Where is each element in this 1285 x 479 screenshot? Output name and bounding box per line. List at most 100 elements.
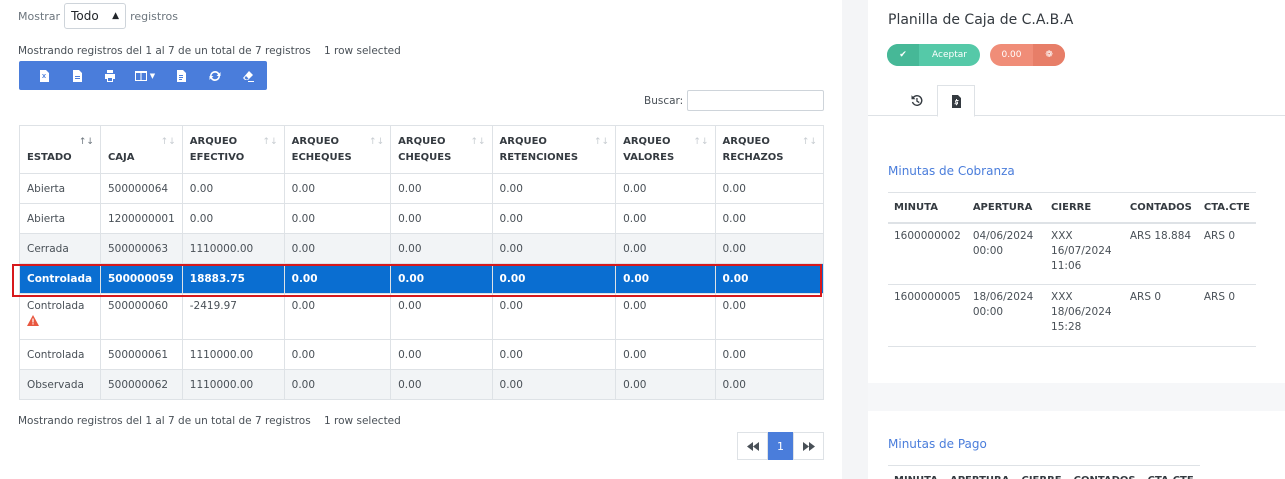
table-info-bottom: Mostrando registros del 1 al 7 de un tot… — [18, 415, 401, 427]
cell-value: 11:06 — [1051, 259, 1082, 272]
table-cell: 0.00 — [615, 339, 716, 370]
cell-value: 0.00 — [499, 348, 523, 361]
previous-page-button[interactable] — [737, 432, 768, 460]
cell-value: ARS 0 — [1129, 291, 1162, 303]
table-cell: 1600000005 — [888, 284, 967, 347]
table-cell: 04/06/2024 00:00 — [966, 222, 1046, 285]
table-info-top: Mostrando registros del 1 al 7 de un tot… — [18, 45, 401, 57]
table-cell: 0.00 — [491, 203, 617, 234]
table-cell: 0.00 — [615, 293, 716, 340]
page-1-button[interactable]: 1 — [768, 432, 793, 460]
table-cell: 500000060 — [99, 293, 183, 340]
table-cell: 1110000.00 — [181, 233, 285, 264]
cell-value: 0.00 — [398, 182, 422, 195]
table-cell: 0.00 — [283, 339, 392, 370]
column-header: MINUTA — [888, 192, 967, 224]
length-select[interactable]: Todo ▲︎ — [64, 3, 127, 29]
cell-value: 04/06/2024 — [972, 229, 1034, 242]
table-cell: 0.00 — [390, 369, 493, 400]
table-row[interactable]: Abierta 1200000001 0.00 0.00 0.00 0.00 0.00 0.0… — [19, 203, 824, 234]
cell-value: -2419.97 — [189, 300, 237, 312]
cell-value: 500000060 — [107, 300, 169, 312]
excel-button[interactable] — [28, 61, 60, 90]
gear-icon: ❁ — [1033, 44, 1065, 66]
pdf-button[interactable] — [164, 61, 198, 90]
csv-button[interactable] — [60, 61, 93, 90]
table-cell: 1600000002 — [888, 222, 967, 285]
tab-document[interactable] — [937, 85, 975, 117]
column-header[interactable]: ARQUEO VALORES ↑↓ — [615, 125, 716, 174]
tab-history[interactable] — [897, 85, 935, 116]
column-header: CTA.CTE — [1197, 192, 1256, 224]
cell-value: ARS 18.884 — [1129, 229, 1192, 242]
table-cell: 0.00 — [714, 173, 824, 204]
column-header: APERTURA — [966, 192, 1046, 224]
table-cell: ARS 0 — [1123, 284, 1198, 347]
cell-value: 0.00 — [623, 212, 647, 225]
columns-button[interactable]: ▼ — [126, 61, 164, 90]
cell-value: 0.00 — [499, 212, 523, 225]
table-cell: Controlada — [19, 263, 101, 294]
table-cell: 0.00 — [390, 339, 493, 370]
table-row[interactable]: Controlada 500000060 -2419.97 0.00 0.00 0.00 0… — [19, 293, 824, 340]
column-header[interactable]: ARQUEO ECHEQUES ↑↓ — [283, 125, 392, 174]
table-cell: 500000063 — [99, 233, 183, 264]
sort-icon: ↑↓ — [262, 137, 278, 147]
column-header[interactable]: ARQUEO CHEQUES ↑↓ — [390, 125, 493, 174]
table-cell: 0.00 — [283, 203, 392, 234]
table-cell: 0.00 — [181, 173, 285, 204]
accept-button[interactable]: ✔ Aceptar — [887, 44, 980, 66]
caret-down-icon: ▼ — [149, 71, 156, 80]
history-icon — [911, 95, 922, 106]
cell-value: ARS 0 — [1203, 229, 1236, 242]
length-menu-prefix: Mostrar — [18, 9, 61, 23]
table-row[interactable]: Controlada 500000059 18883.75 0.00 0.00 0.00 0… — [19, 263, 824, 294]
cell-value: 0.00 — [623, 378, 647, 391]
cell-value: 0.00 — [722, 242, 746, 255]
table-cell: 0.00 — [714, 233, 824, 264]
cell-value: 0.00 — [398, 300, 422, 312]
cell-value: 0.00 — [722, 348, 746, 361]
cell-value: 500000059 — [107, 272, 174, 285]
cell-value: 0.00 — [398, 348, 422, 361]
table-cell: 0.00 — [390, 293, 493, 340]
table-cell: Abierta — [19, 173, 101, 204]
amount-label: 0.00 — [1001, 50, 1022, 60]
next-page-button[interactable] — [793, 432, 824, 460]
table-cell: 0.00 — [714, 263, 824, 294]
print-button[interactable] — [93, 61, 126, 90]
column-header[interactable]: ARQUEO RETENCIONES ↑↓ — [491, 125, 617, 174]
cell-value: 0.00 — [623, 300, 647, 312]
cell-value: XXX — [1051, 229, 1073, 242]
section-separator — [868, 383, 1285, 411]
column-header[interactable]: ESTADO ↑↓ — [19, 125, 101, 174]
table-row[interactable]: Cerrada 500000063 1110000.00 0.00 0.00 0.00 0.… — [19, 233, 824, 264]
search-input[interactable] — [687, 90, 825, 111]
table-row[interactable]: Observada 500000062 1110000.00 0.00 0.00 0.00… — [19, 369, 824, 400]
table-row[interactable]: Abierta 500000064 0.00 0.00 0.00 0.00 0.00 0.00 — [19, 173, 824, 204]
table-cell: Controlada — [19, 339, 101, 370]
cell-value: 00:00 — [972, 244, 1004, 257]
cell-value: 0.00 — [398, 242, 422, 255]
cell-value: 0.00 — [499, 182, 523, 195]
table-cell: 0.00 — [390, 173, 493, 204]
eraser-icon — [243, 70, 254, 82]
table-cell: ARS 0 — [1197, 284, 1256, 347]
table-cell: XXX 16/07/2024 11:06 — [1045, 222, 1124, 285]
column-header[interactable]: ARQUEO EFECTIVO ↑↓ — [181, 125, 285, 174]
cell-value: 0.00 — [291, 272, 318, 285]
column-header[interactable]: CAJA ↑↓ — [99, 125, 183, 174]
cell-value: 1200000001 — [107, 212, 175, 225]
amount-badge[interactable]: 0.00 ❁ — [990, 44, 1065, 66]
pdf-file-icon — [177, 69, 186, 82]
table-cell: 0.00 — [491, 263, 617, 294]
panel-tabs — [868, 85, 1285, 117]
cell-value: 0.00 — [623, 272, 650, 285]
clear-button[interactable] — [231, 61, 265, 90]
refresh-button[interactable] — [198, 61, 231, 90]
table-cell: 0.00 — [714, 293, 824, 340]
table-row[interactable]: Controlada 500000061 1110000.00 0.00 0.00 0.0… — [19, 339, 824, 370]
search-label: Buscar: — [644, 94, 684, 107]
column-header[interactable]: ARQUEO RECHAZOS ↑↓ — [714, 125, 824, 174]
sort-icon: ↑↓ — [693, 137, 709, 147]
